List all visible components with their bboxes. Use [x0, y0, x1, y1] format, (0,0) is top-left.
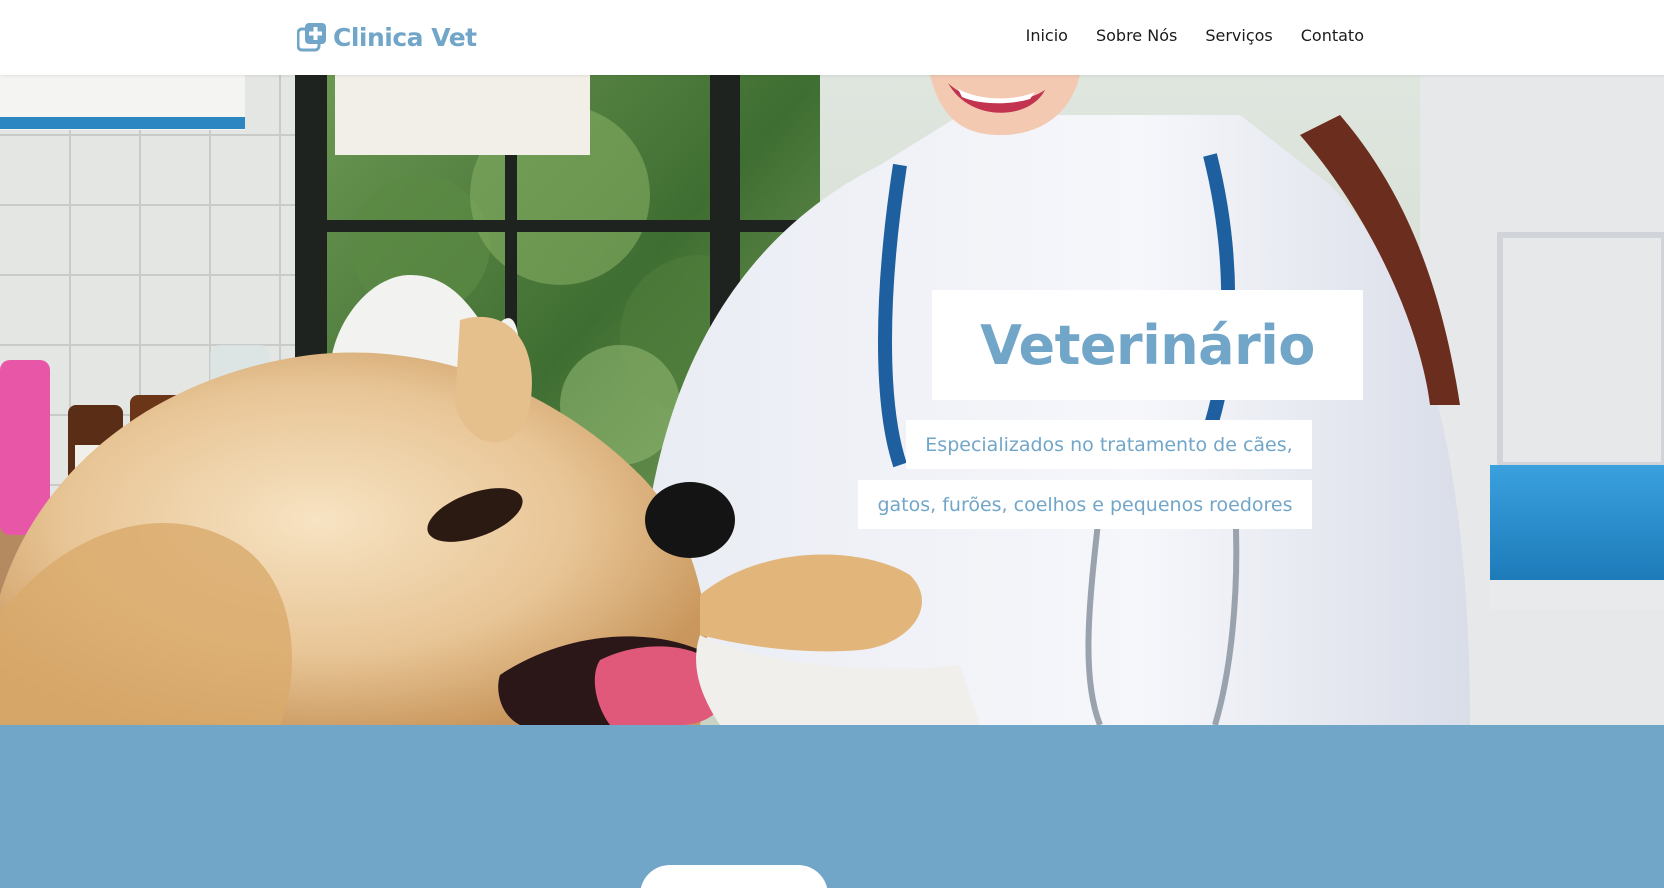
section-pill-button[interactable] — [640, 865, 828, 888]
hero-subtitle-line-1: Especializados no tratamento de cães, — [906, 420, 1312, 469]
hero-section: Veterinário Especializados no tratamento… — [0, 75, 1664, 725]
hero-title: Veterinário — [980, 313, 1315, 377]
veterinarian-with-dog-photo — [0, 75, 1664, 725]
medical-plus-icon — [297, 23, 326, 52]
hero-subtitle-line-2: gatos, furões, coelhos e pequenos roedor… — [858, 480, 1312, 529]
nav-item-contato[interactable]: Contato — [1301, 26, 1364, 45]
logo-text: Clinica Vet — [333, 22, 477, 52]
nav-item-sobre-nos[interactable]: Sobre Nós — [1096, 26, 1177, 45]
main-nav: Inicio Sobre Nós Serviços Contato — [1026, 26, 1364, 45]
logo[interactable]: Clinica Vet — [297, 20, 477, 54]
site-header: Clinica Vet Inicio Sobre Nós Serviços Co… — [0, 0, 1664, 75]
hero-title-box: Veterinário — [932, 290, 1363, 400]
nav-item-inicio[interactable]: Inicio — [1026, 26, 1068, 45]
nav-item-servicos[interactable]: Serviços — [1205, 26, 1272, 45]
blue-section — [0, 725, 1664, 888]
